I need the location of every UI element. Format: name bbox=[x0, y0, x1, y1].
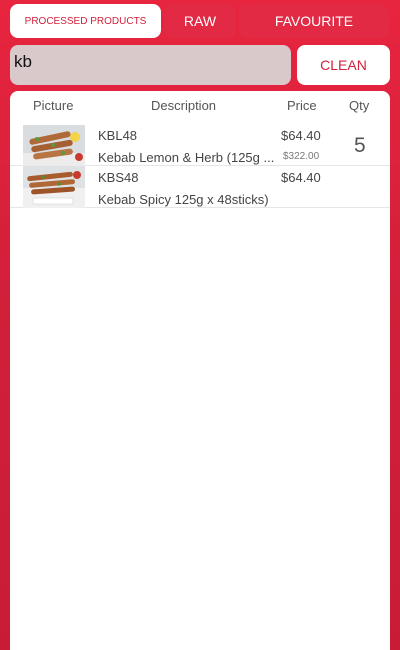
clean-button[interactable]: CLEAN bbox=[297, 45, 390, 85]
header-price: Price bbox=[287, 98, 317, 113]
product-price: $64.40 bbox=[281, 128, 321, 143]
product-list-panel: Picture Description Price Qty KBL48 Keba… bbox=[10, 91, 390, 650]
header-description: Description bbox=[151, 98, 217, 113]
product-qty[interactable]: 5 bbox=[354, 134, 366, 158]
tab-favourite[interactable]: FAVOURITE bbox=[239, 4, 389, 38]
product-image bbox=[23, 166, 85, 208]
product-code: KBS48 bbox=[98, 170, 139, 185]
category-tabs: PROCESSED PRODUCTS RAW FAVOURITE bbox=[10, 4, 389, 38]
table-header: Picture Description Price Qty bbox=[10, 91, 390, 121]
header-qty: Qty bbox=[349, 98, 370, 113]
header-picture: Picture bbox=[33, 98, 74, 113]
product-code: KBL48 bbox=[98, 128, 138, 143]
search-input[interactable] bbox=[10, 45, 291, 85]
product-price: $64.40 bbox=[281, 170, 321, 185]
product-total: $322.00 bbox=[283, 151, 320, 162]
tab-processed-products[interactable]: PROCESSED PRODUCTS bbox=[10, 4, 161, 38]
product-description: Kebab Lemon & Herb (125g ... bbox=[98, 150, 275, 165]
table-row[interactable]: KBS48 Kebab Spicy 125g x 48sticks) $64.4… bbox=[10, 166, 390, 208]
product-description: Kebab Spicy 125g x 48sticks) bbox=[98, 192, 269, 207]
tab-raw[interactable]: RAW bbox=[164, 4, 236, 38]
table-row[interactable]: KBL48 Kebab Lemon & Herb (125g ... $64.4… bbox=[10, 124, 390, 167]
product-image bbox=[23, 125, 85, 167]
